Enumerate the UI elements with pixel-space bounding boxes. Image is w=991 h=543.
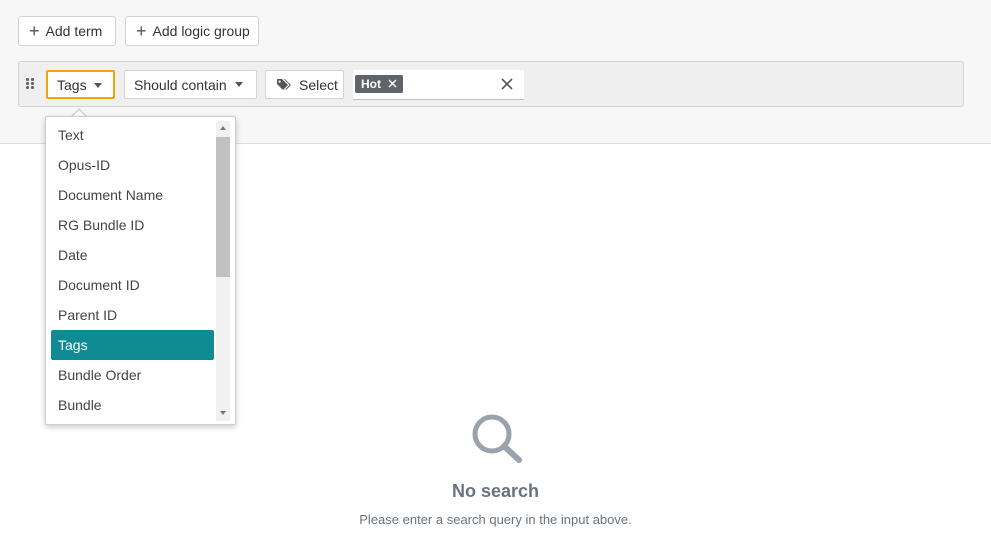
- field-select-value: Tags: [57, 76, 87, 93]
- field-select[interactable]: Tags: [46, 70, 115, 99]
- add-logic-group-button[interactable]: + Add logic group: [125, 16, 259, 46]
- field-dropdown-menu: Text Opus-ID Document Name RG Bundle ID …: [45, 116, 236, 425]
- operator-select-value: Should contain: [134, 76, 227, 93]
- dropdown-option-date[interactable]: Date: [51, 240, 214, 270]
- select-tags-label: Select: [299, 76, 338, 93]
- tag-value-input[interactable]: Hot: [353, 70, 524, 100]
- clear-icon[interactable]: [501, 78, 513, 90]
- dropdown-option-bundle[interactable]: Bundle: [51, 390, 214, 420]
- remove-chip-icon[interactable]: [388, 79, 397, 88]
- scroll-down-icon[interactable]: [220, 411, 226, 415]
- dropdown-option-opus-id[interactable]: Opus-ID: [51, 150, 214, 180]
- scrollbar-thumb[interactable]: [216, 137, 230, 277]
- select-tags-button[interactable]: Select: [265, 70, 344, 99]
- drag-handle-icon[interactable]: [26, 78, 36, 90]
- add-term-button[interactable]: + Add term: [18, 16, 116, 46]
- dropdown-option-text[interactable]: Text: [51, 120, 214, 150]
- dropdown-option-parent-id[interactable]: Parent ID: [51, 300, 214, 330]
- dropdown-option-document-id[interactable]: Document ID: [51, 270, 214, 300]
- tag-chip-label: Hot: [361, 77, 381, 91]
- empty-state-message: Please enter a search query in the input…: [359, 512, 632, 527]
- plus-icon: +: [136, 21, 147, 41]
- empty-state-title: No search: [451, 481, 540, 501]
- dropdown-option-bundle-order[interactable]: Bundle Order: [51, 360, 214, 390]
- tag-chip: Hot: [355, 75, 403, 93]
- chevron-down-icon: [94, 83, 102, 88]
- search-term-row: Tags Should contain Select Hot: [18, 61, 964, 107]
- dropdown-option-tags[interactable]: Tags: [51, 330, 214, 360]
- chevron-down-icon: [235, 82, 243, 87]
- dropdown-option-rg-bundle-id[interactable]: RG Bundle ID: [51, 210, 214, 240]
- add-term-label: Add term: [45, 23, 103, 39]
- tags-icon: [277, 78, 291, 90]
- search-icon: [472, 414, 522, 463]
- add-logic-group-label: Add logic group: [152, 23, 250, 39]
- scroll-up-icon[interactable]: [220, 126, 226, 130]
- dropdown-scrollbar[interactable]: [216, 121, 230, 421]
- operator-select[interactable]: Should contain: [124, 70, 257, 99]
- plus-icon: +: [29, 21, 40, 41]
- dropdown-option-document-name[interactable]: Document Name: [51, 180, 214, 210]
